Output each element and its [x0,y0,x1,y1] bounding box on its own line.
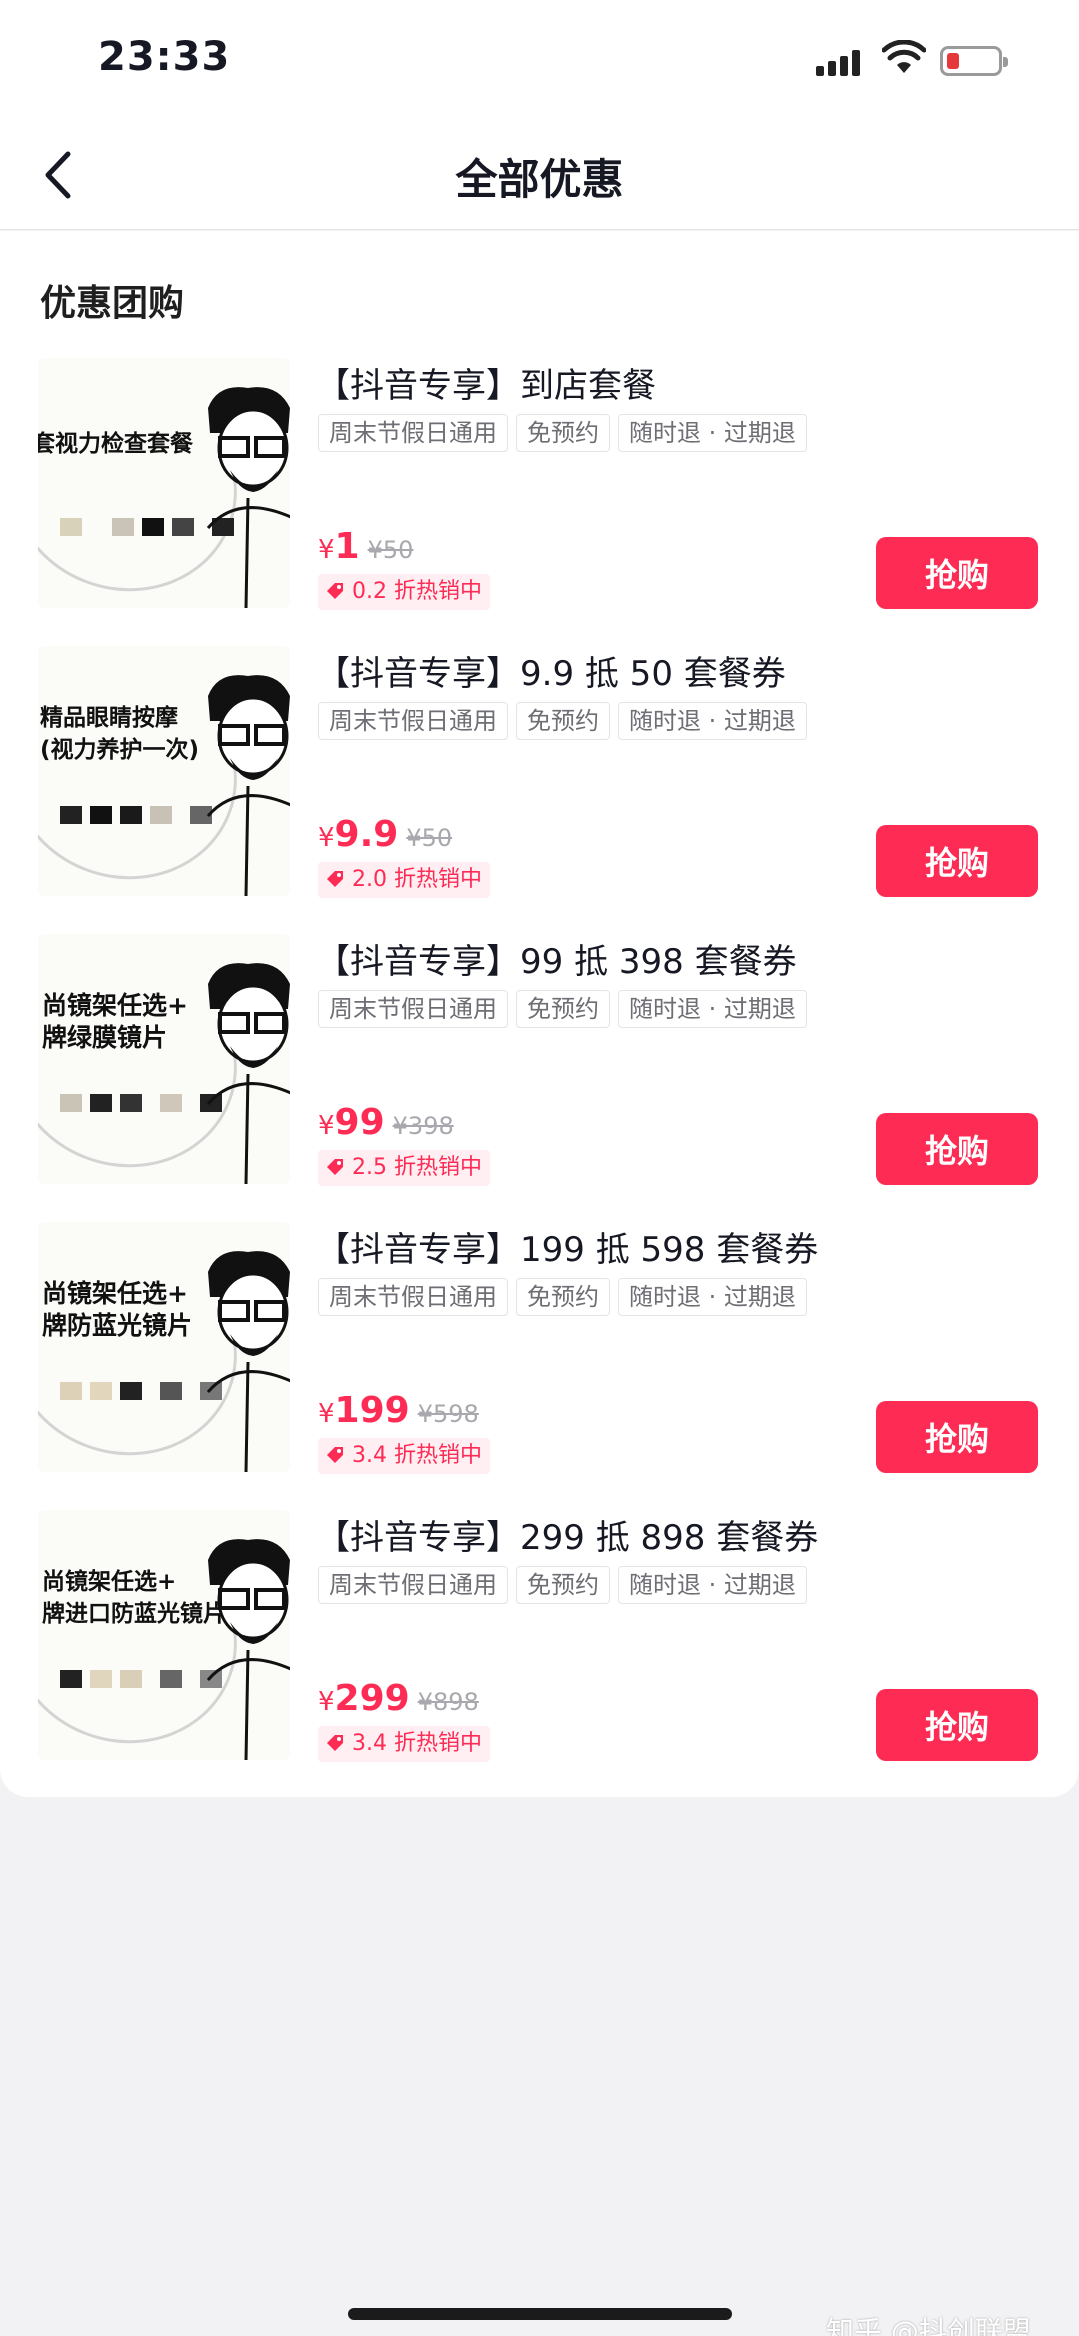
cartoon-avatar-icon [206,963,290,1184]
original-price: ¥50 [406,824,453,852]
tag-weekend: 周末节假日通用 [318,1566,508,1604]
deal-title: 【抖音专享】99 抵 398 套餐券 [316,942,797,982]
status-bar: 23:33 [0,0,1079,120]
deal-item[interactable]: 尚镜架任选+ 牌进口防蓝光镜片 【抖音专享】299 抵 898 套餐券 周末节假… [0,1510,1079,1772]
cartoon-avatar-icon [206,1251,290,1472]
home-indicator[interactable] [348,2308,732,2320]
discount-badge: 3.4 折热销中 [318,1726,490,1762]
deal-thumbnail[interactable]: 套视力检查套餐 [38,358,290,608]
discount-badge: 3.4 折热销中 [318,1438,490,1474]
buy-button[interactable]: 抢购 [876,1689,1038,1761]
current-price: 199 [334,1390,410,1431]
current-price: 9.9 [334,814,399,855]
tag-weekend: 周末节假日通用 [318,414,508,452]
deal-title: 【抖音专享】到店套餐 [316,366,656,406]
price-tag-icon [327,1735,343,1751]
tag-weekend: 周末节假日通用 [318,702,508,740]
watermark: 知乎 @抖创联盟 [826,2315,1031,2336]
deal-tags: 周末节假日通用 免预约 随时退 · 过期退 [318,990,807,1030]
tag-no-booking: 免预约 [516,990,610,1028]
cartoon-avatar-icon [206,1539,290,1760]
discount-badge: 2.5 折热销中 [318,1150,490,1186]
buy-button[interactable]: 抢购 [876,537,1038,609]
deal-price: ¥199 ¥598 [318,1390,479,1431]
wifi-icon [882,40,926,73]
buy-button[interactable]: 抢购 [876,1401,1038,1473]
currency-symbol: ¥ [318,1111,335,1141]
cartoon-avatar-icon [206,387,290,608]
current-price: 99 [334,1102,385,1143]
current-price: 299 [334,1678,410,1719]
deal-thumbnail[interactable]: 尚镜架任选+ 牌绿膜镜片 [38,934,290,1184]
nav-bar: 全部优惠 [0,120,1079,230]
deal-price: ¥1 ¥50 [318,526,413,567]
discount-text: 3.4 折热销中 [352,1731,482,1756]
deal-tags: 周末节假日通用 免预约 随时退 · 过期退 [318,1278,807,1318]
tag-refund: 随时退 · 过期退 [618,990,807,1028]
deal-item[interactable]: 尚镜架任选+ 牌绿膜镜片 【抖音专享】99 抵 398 套餐券 周末节假日通用 … [0,934,1079,1196]
tag-no-booking: 免预约 [516,702,610,740]
tag-refund: 随时退 · 过期退 [618,702,807,740]
original-price: ¥398 [392,1112,454,1140]
deal-price: ¥299 ¥898 [318,1678,479,1719]
tag-refund: 随时退 · 过期退 [618,414,807,452]
deal-item[interactable]: 尚镜架任选+ 牌防蓝光镜片 【抖音专享】199 抵 598 套餐券 周末节假日通… [0,1222,1079,1484]
discount-badge: 0.2 折热销中 [318,574,490,610]
price-tag-icon [327,583,343,599]
discount-text: 0.2 折热销中 [352,579,482,604]
discount-text: 3.4 折热销中 [352,1443,482,1468]
discount-text: 2.0 折热销中 [352,867,482,892]
discount-badge: 2.0 折热销中 [318,862,490,898]
currency-symbol: ¥ [318,1687,335,1717]
status-time: 23:33 [98,34,231,80]
buy-button[interactable]: 抢购 [876,825,1038,897]
tag-refund: 随时退 · 过期退 [618,1278,807,1316]
price-tag-icon [327,871,343,887]
deals-card: 优惠团购 套视力检查套餐 【抖音专享】到店套餐 周末节假日通用 免预约 随时退 … [0,231,1079,1797]
tag-weekend: 周末节假日通用 [318,1278,508,1316]
page-title: 全部优惠 [455,155,624,204]
price-tag-icon [327,1447,343,1463]
currency-symbol: ¥ [318,823,335,853]
section-title: 优惠团购 [40,283,185,324]
deal-title: 【抖音专享】199 抵 598 套餐券 [316,1230,819,1270]
deal-thumbnail[interactable]: 尚镜架任选+ 牌进口防蓝光镜片 [38,1510,290,1760]
original-price: ¥50 [367,536,414,564]
deal-tags: 周末节假日通用 免预约 随时退 · 过期退 [318,702,807,742]
battery-icon [940,46,1008,76]
buy-button[interactable]: 抢购 [876,1113,1038,1185]
cartoon-avatar-icon [206,675,290,896]
tag-no-booking: 免预约 [516,1278,610,1316]
deal-price: ¥9.9 ¥50 [318,814,452,855]
discount-text: 2.5 折热销中 [352,1155,482,1180]
deal-price: ¥99 ¥398 [318,1102,454,1143]
currency-symbol: ¥ [318,535,335,565]
current-price: 1 [334,526,360,567]
deal-thumbnail[interactable]: 尚镜架任选+ 牌防蓝光镜片 [38,1222,290,1472]
price-tag-icon [327,1159,343,1175]
deal-tags: 周末节假日通用 免预约 随时退 · 过期退 [318,1566,807,1606]
deal-tags: 周末节假日通用 免预约 随时退 · 过期退 [318,414,807,454]
tag-refund: 随时退 · 过期退 [618,1566,807,1604]
tag-no-booking: 免预约 [516,1566,610,1604]
currency-symbol: ¥ [318,1399,335,1429]
tag-no-booking: 免预约 [516,414,610,452]
original-price: ¥598 [417,1400,479,1428]
deal-item[interactable]: 精品眼睛按摩 (视力养护一次) 【抖音专享】9.9 抵 50 套餐券 周末节假日… [0,646,1079,908]
deal-title: 【抖音专享】299 抵 898 套餐券 [316,1518,819,1558]
cellular-signal-icon [816,48,868,76]
deal-thumbnail[interactable]: 精品眼睛按摩 (视力养护一次) [38,646,290,896]
deal-title: 【抖音专享】9.9 抵 50 套餐券 [316,654,786,694]
deal-item[interactable]: 套视力检查套餐 【抖音专享】到店套餐 周末节假日通用 免预约 随时退 · 过期退… [0,358,1079,620]
original-price: ¥898 [417,1688,479,1716]
tag-weekend: 周末节假日通用 [318,990,508,1028]
